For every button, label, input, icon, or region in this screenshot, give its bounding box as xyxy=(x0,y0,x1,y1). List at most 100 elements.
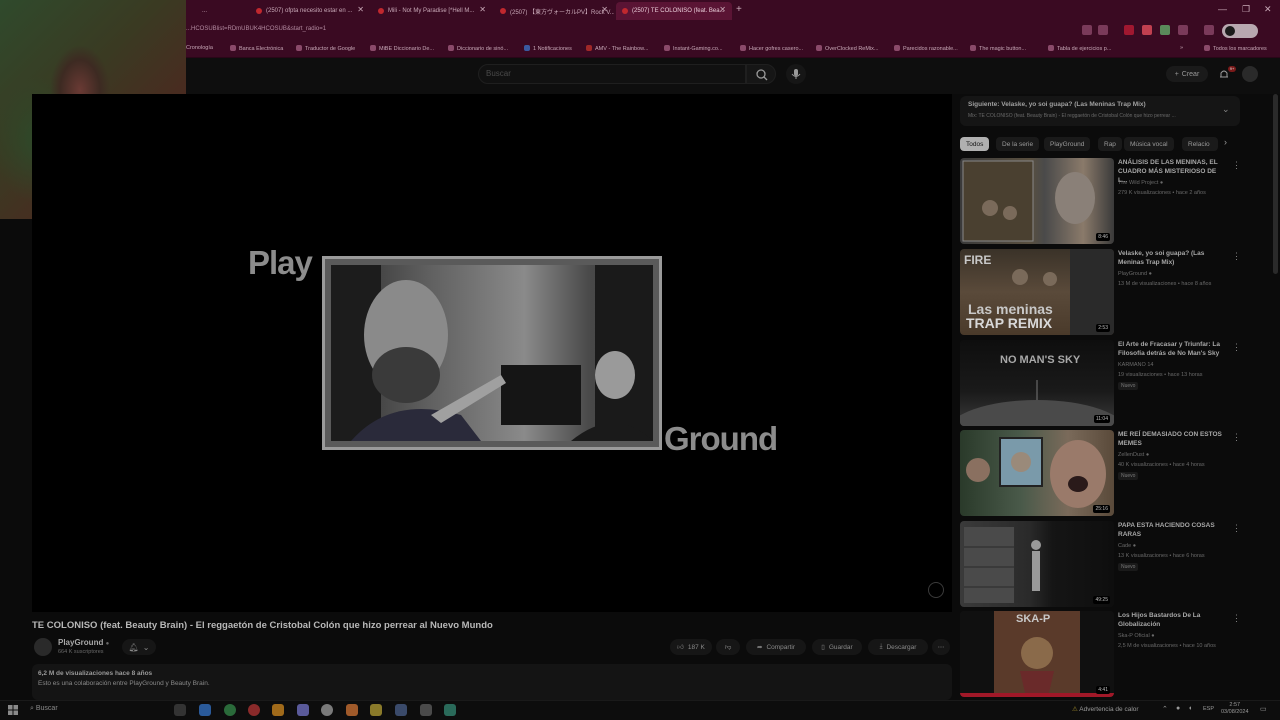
bookmark-item[interactable]: Instant-Gaming.co... xyxy=(664,45,723,52)
volume-icon[interactable]: ◖ xyxy=(1188,705,1192,712)
recommendation-item[interactable]: NO MAN'S SKY 11:04 El Arte de Fracasar y… xyxy=(960,340,1241,426)
bookmark-item[interactable]: AMV - The Rainbow... xyxy=(586,45,648,52)
create-button[interactable]: + Crear xyxy=(1166,66,1208,82)
chip-playground[interactable]: PlayGround xyxy=(1044,137,1091,151)
new-tab-plus-icon[interactable]: + xyxy=(736,4,742,15)
bookmark-item[interactable]: Diccionario de sinó... xyxy=(448,45,508,52)
browser-tab-1[interactable]: (2507) ofpta necesito estar en ... ✕ xyxy=(250,2,370,20)
app-icon[interactable] xyxy=(444,704,456,716)
more-vert-icon[interactable]: ⋮ xyxy=(1232,523,1241,534)
bookmark-item[interactable]: The magic button... xyxy=(970,45,1026,52)
close-tab-icon[interactable]: ✕ xyxy=(719,5,726,14)
video-thumbnail[interactable]: NO MAN'S SKY 11:04 xyxy=(960,340,1114,426)
puzzle-icon[interactable] xyxy=(1178,25,1188,35)
file-explorer-icon[interactable] xyxy=(370,704,382,716)
recommendation-item[interactable]: 49:25 PAPA ESTA HACIENDO COSAS RARAS Cad… xyxy=(960,521,1241,607)
recommendation-item[interactable]: 25:16 ME REÍ DEMASIADO CON ESTOS MEMES Z… xyxy=(960,430,1241,516)
bookmarks-overflow-icon[interactable]: » xyxy=(1180,45,1183,51)
task-view-icon[interactable] xyxy=(174,704,186,716)
heat-warning-notice[interactable]: ⚠ Advertencia de calor xyxy=(1072,705,1139,713)
clock[interactable]: 2:57 03/08/2024 xyxy=(1221,702,1249,716)
close-window-icon[interactable]: ✕ xyxy=(1264,4,1272,15)
recommendation-item[interactable]: SKA-P 4:41 Los Hijos Bastardos De La Glo… xyxy=(960,611,1241,697)
browser-tab-4-active[interactable]: (2507) TE COLONISO (feat. Bea... ✕ xyxy=(616,2,732,20)
taskbar-search[interactable]: ⌕ Buscar xyxy=(30,705,58,713)
page-scrollbar[interactable] xyxy=(1273,94,1278,274)
share-button[interactable]: ➦ Compartir xyxy=(746,639,806,655)
chip-vocal-music[interactable]: Música vocal xyxy=(1124,137,1174,151)
bookmark-item[interactable]: Parecidos razonable... xyxy=(894,45,958,52)
all-bookmarks-folder[interactable]: Todos los marcadores xyxy=(1204,45,1267,52)
app-icon[interactable] xyxy=(395,704,407,716)
star-bookmark-icon[interactable] xyxy=(1098,25,1108,35)
extension-icon[interactable] xyxy=(1142,25,1152,35)
more-vert-icon[interactable]: ⋮ xyxy=(1232,251,1241,262)
recommendation-item[interactable]: 8:46 ANÁLISIS DE LAS MENINAS, EL CUADRO … xyxy=(960,158,1241,244)
microphone-icon[interactable]: ● xyxy=(1176,705,1180,712)
chip-rap[interactable]: Rap xyxy=(1098,137,1122,151)
more-vert-icon[interactable]: ⋮ xyxy=(1232,160,1241,171)
chrome-icon[interactable] xyxy=(224,704,236,716)
like-button[interactable]: 👍︎ 187 K xyxy=(670,639,712,655)
more-actions-button[interactable]: ⋯ xyxy=(932,639,950,655)
chip-series[interactable]: De la serie xyxy=(996,137,1040,151)
extension-icon[interactable] xyxy=(1160,25,1170,35)
url-text[interactable]: ...HCOSUBlist=RDmUBUK4HCOSUB&start_radio… xyxy=(186,26,326,32)
player-settings-icon[interactable] xyxy=(928,582,944,598)
channel-name[interactable]: PlayGround ● xyxy=(58,638,109,647)
app-icon[interactable] xyxy=(272,704,284,716)
bookmark-item[interactable]: Tabla de ejercicios p... xyxy=(1048,45,1111,52)
keyboard-language[interactable]: ESP xyxy=(1203,706,1214,712)
close-tab-icon[interactable]: ✕ xyxy=(601,5,608,14)
bookmark-item[interactable]: Banca Electrónica xyxy=(230,45,283,52)
chrome-alt-icon[interactable] xyxy=(321,704,333,716)
tray-chevron-up-icon[interactable]: ⌃ xyxy=(1162,705,1168,713)
bookmark-item[interactable]: MiBE Diccionario De... xyxy=(370,45,434,52)
chevron-right-icon[interactable]: › xyxy=(1224,137,1227,147)
app-icon[interactable] xyxy=(346,704,358,716)
minimize-icon[interactable]: — xyxy=(1218,4,1227,14)
extension-icon[interactable] xyxy=(1124,25,1134,35)
chip-all[interactable]: Todos xyxy=(960,137,990,151)
video-thumbnail[interactable]: FIRE Las meninas TRAP REMIX 2:53 xyxy=(960,249,1114,335)
browser-tab-2[interactable]: Mili - Not My Paradise [*Hell M... ✕ xyxy=(372,2,492,20)
save-button[interactable]: ▯ Guardar xyxy=(812,639,862,655)
browser-tab-3[interactable]: (2507) 【東方ヴォーカルPV】Rock V... ✕ xyxy=(494,2,614,20)
app-icon[interactable] xyxy=(297,704,309,716)
download-button[interactable]: ⤓ Descargar xyxy=(868,639,928,655)
channel-avatar[interactable] xyxy=(34,638,52,656)
video-thumbnail[interactable]: 8:46 xyxy=(960,158,1114,244)
voice-search-button[interactable] xyxy=(786,64,806,84)
app-icon[interactable] xyxy=(420,704,432,716)
downloads-icon[interactable] xyxy=(1204,25,1214,35)
close-tab-icon[interactable]: ✕ xyxy=(357,5,364,14)
more-vert-icon[interactable]: ⋮ xyxy=(1232,432,1241,443)
bookmark-item[interactable]: Traductor de Google xyxy=(296,45,355,52)
subscription-bell-button[interactable]: 🔔︎ ⌄ xyxy=(122,639,156,655)
recommendation-item[interactable]: FIRE Las meninas TRAP REMIX 2:53 Velaske… xyxy=(960,249,1241,335)
browser-icon[interactable] xyxy=(248,704,260,716)
video-thumbnail[interactable]: 25:16 xyxy=(960,430,1114,516)
chip-related[interactable]: Relacio xyxy=(1182,137,1218,151)
bookmark-item[interactable]: OverClocked ReMix... xyxy=(816,45,879,52)
bookmark-item[interactable]: Hacer gofres casero... xyxy=(740,45,803,52)
notifications-icon[interactable]: ▭ xyxy=(1260,705,1267,713)
chevron-down-icon[interactable]: ⌄ xyxy=(1222,104,1230,115)
bookmark-item[interactable]: Cronología xyxy=(186,45,213,51)
windows-start-icon[interactable] xyxy=(8,705,18,715)
profile-button[interactable] xyxy=(1222,24,1258,38)
user-avatar[interactable] xyxy=(1242,66,1258,82)
close-tab-icon[interactable]: ✕ xyxy=(479,5,486,14)
maximize-icon[interactable]: ❐ xyxy=(1242,4,1250,15)
browser-tab-partial[interactable]: ... xyxy=(186,2,246,20)
video-thumbnail[interactable]: SKA-P 4:41 xyxy=(960,611,1114,697)
more-vert-icon[interactable]: ⋮ xyxy=(1232,613,1241,624)
video-thumbnail[interactable]: 49:25 xyxy=(960,521,1114,607)
more-vert-icon[interactable]: ⋮ xyxy=(1232,342,1241,353)
search-button[interactable] xyxy=(746,64,776,84)
edge-icon[interactable] xyxy=(199,704,211,716)
bookmark-item[interactable]: 1 Notificaciones xyxy=(524,45,572,52)
dislike-button[interactable]: 👎︎ xyxy=(716,639,740,655)
search-input[interactable] xyxy=(478,64,746,84)
cast-icon[interactable] xyxy=(1082,25,1092,35)
